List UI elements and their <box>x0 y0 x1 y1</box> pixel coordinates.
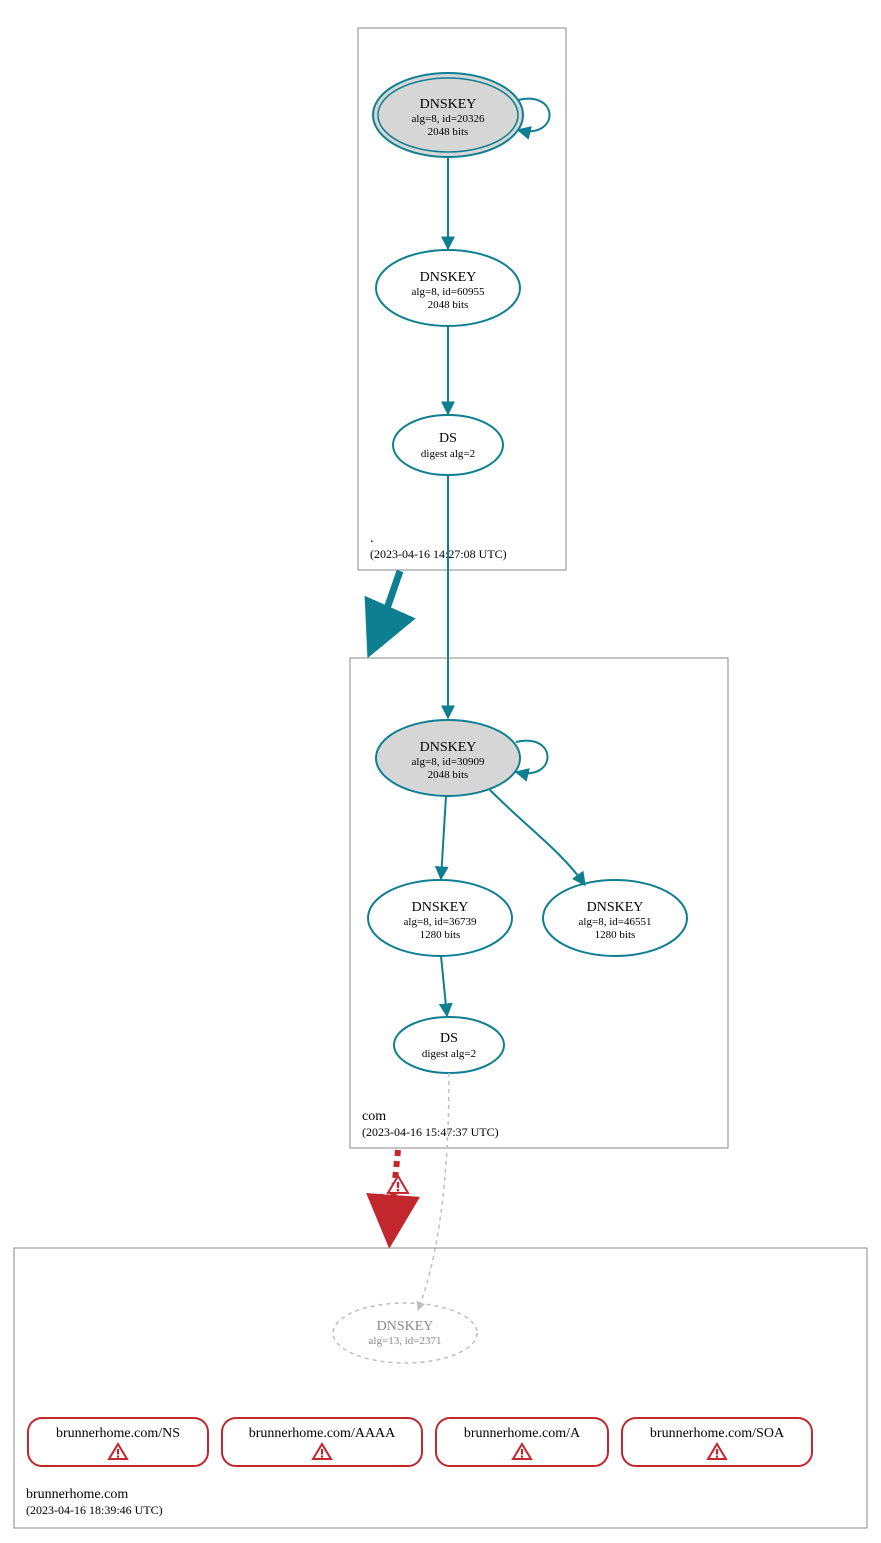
svg-text:1280 bits: 1280 bits <box>420 929 461 941</box>
zone-domain-label: brunnerhome.com <box>26 1487 128 1502</box>
record-a: brunnerhome.com/A <box>436 1418 608 1466</box>
com-ksk-node: DNSKEY alg=8, id=30909 2048 bits <box>376 720 520 796</box>
svg-text:brunnerhome.com/AAAA: brunnerhome.com/AAAA <box>249 1426 396 1441</box>
svg-text:DNSKEY: DNSKEY <box>587 900 644 915</box>
svg-text:alg=8, id=60955: alg=8, id=60955 <box>412 286 485 298</box>
svg-text:digest alg=2: digest alg=2 <box>422 1048 476 1060</box>
record-ns: brunnerhome.com/NS <box>28 1418 208 1466</box>
svg-text:brunnerhome.com/SOA: brunnerhome.com/SOA <box>650 1426 785 1441</box>
svg-text:DS: DS <box>439 431 457 446</box>
dnssec-diagram: . (2023-04-16 14:27:08 UTC) DNSKEY alg=8… <box>0 0 881 1543</box>
root-ksk-node: DNSKEY alg=8, id=20326 2048 bits <box>373 73 523 157</box>
warning-icon <box>388 1176 408 1193</box>
svg-text:DNSKEY: DNSKEY <box>420 270 477 285</box>
svg-text:brunnerhome.com/A: brunnerhome.com/A <box>464 1426 581 1441</box>
edge-com-ds-to-domain-key <box>418 1073 449 1310</box>
zone-com-label: com <box>362 1109 386 1124</box>
edge-com-ksk-zsk1 <box>441 796 446 879</box>
record-aaaa: brunnerhome.com/AAAA <box>222 1418 422 1466</box>
svg-text:alg=8, id=20326: alg=8, id=20326 <box>412 113 485 125</box>
svg-text:DNSKEY: DNSKEY <box>420 740 477 755</box>
svg-text:DNSKEY: DNSKEY <box>412 900 469 915</box>
record-soa: brunnerhome.com/SOA <box>622 1418 812 1466</box>
svg-text:1280 bits: 1280 bits <box>595 929 636 941</box>
edge-com-zsk1-ds <box>441 956 447 1016</box>
svg-text:DS: DS <box>440 1031 458 1046</box>
svg-text:brunnerhome.com/NS: brunnerhome.com/NS <box>56 1426 180 1441</box>
com-ds-node: DS digest alg=2 <box>394 1017 504 1073</box>
svg-text:DNSKEY: DNSKEY <box>377 1319 434 1334</box>
svg-text:alg=13, id=2371: alg=13, id=2371 <box>369 1335 442 1347</box>
root-zsk-node: DNSKEY alg=8, id=60955 2048 bits <box>376 250 520 326</box>
svg-text:alg=8, id=36739: alg=8, id=36739 <box>404 916 477 928</box>
edge-com-ksk-zsk2 <box>490 790 585 885</box>
svg-text:alg=8, id=30909: alg=8, id=30909 <box>412 756 485 768</box>
edge-root-to-com-delegation <box>372 571 400 648</box>
svg-text:2048 bits: 2048 bits <box>428 769 469 781</box>
domain-key-node: DNSKEY alg=13, id=2371 <box>333 1303 477 1363</box>
zone-domain-box <box>14 1248 867 1528</box>
svg-text:DNSKEY: DNSKEY <box>420 97 477 112</box>
root-ds-node: DS digest alg=2 <box>393 415 503 475</box>
zone-com-timestamp: (2023-04-16 15:47:37 UTC) <box>362 1125 499 1139</box>
svg-text:digest alg=2: digest alg=2 <box>421 448 475 460</box>
zone-root-timestamp: (2023-04-16 14:27:08 UTC) <box>370 547 507 561</box>
com-zsk2-node: DNSKEY alg=8, id=46551 1280 bits <box>543 880 687 956</box>
svg-text:2048 bits: 2048 bits <box>428 299 469 311</box>
zone-root-label: . <box>370 531 374 546</box>
com-zsk1-node: DNSKEY alg=8, id=36739 1280 bits <box>368 880 512 956</box>
svg-text:alg=8, id=46551: alg=8, id=46551 <box>579 916 652 928</box>
zone-domain-timestamp: (2023-04-16 18:39:46 UTC) <box>26 1503 163 1517</box>
svg-text:2048 bits: 2048 bits <box>428 126 469 138</box>
